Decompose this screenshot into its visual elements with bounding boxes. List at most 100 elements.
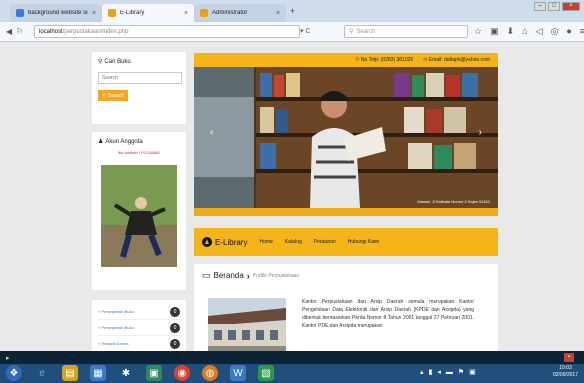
nav-home[interactable]: Home [259, 239, 272, 245]
clock-time: 10:03 [559, 365, 572, 371]
back-icon[interactable]: ◀ [6, 27, 12, 36]
menu-item-peminjaman-2[interactable]: » Peminjaman Buku 0 [98, 320, 180, 336]
tray-arrow-icon[interactable]: ▴ [420, 368, 424, 376]
phone-icon: ✆ [355, 57, 360, 63]
sync-icon[interactable]: ◎ [551, 26, 559, 37]
profile-paragraph: Kantor Perpustakaan dan Arsip Daerah sem… [302, 299, 474, 329]
flag-icon[interactable]: ⚑ [458, 368, 464, 376]
nav-peraturan[interactable]: Peraturan [314, 239, 336, 245]
nav-hubungi-kami[interactable]: Hubungi Kami [348, 239, 379, 245]
internet-explorer-icon[interactable]: e [34, 365, 50, 381]
menu-item-label: » Peminjaman Buku [98, 309, 134, 314]
browser-search-bar[interactable]: ⚲ Search [344, 25, 468, 38]
expand-arrow-icon[interactable]: ▸ [6, 354, 10, 362]
start-button-icon[interactable]: ❖ [6, 365, 22, 381]
chevron-right-icon: › [246, 270, 250, 281]
slider-next-icon[interactable]: › [479, 127, 482, 138]
browser-tab-bar: background website simpl... × E-Library … [0, 0, 584, 22]
slider-prev-icon[interactable]: ‹ [210, 127, 213, 138]
app-icon[interactable]: ▣ [146, 365, 162, 381]
search-button-label: Search [107, 92, 124, 99]
search-panel-title: Cari Buku [104, 58, 131, 65]
account-username: Ika Arishah / PG248881 [117, 150, 161, 155]
tab-background-website[interactable]: background website simpl... × [10, 4, 102, 22]
search-icon: ⚲ [102, 92, 106, 99]
volume-icon[interactable]: ◂ [437, 368, 441, 376]
tab-elibrary[interactable]: E-Library × [102, 4, 194, 22]
tab-favicon-icon [200, 9, 208, 17]
url-host: localhost [39, 28, 63, 35]
tab-close-icon[interactable]: × [184, 10, 188, 17]
tab-favicon-icon [108, 9, 116, 17]
count-badge: 0 [170, 322, 180, 333]
monitor-icon: ▭ [202, 270, 211, 280]
photo-app-icon[interactable]: ▧ [258, 365, 274, 381]
count-badge: 0 [170, 306, 180, 317]
page-title: Beranda [213, 271, 244, 280]
user-icon: ♟ [98, 139, 104, 145]
book-search-input[interactable] [98, 72, 182, 84]
brand-logo[interactable]: ♟ E-Library [202, 237, 247, 247]
system-tray: ▴ ▮ ◂ ▬ ⚑ ▣ [420, 368, 476, 377]
language-icon[interactable]: ▣ [469, 368, 476, 376]
browser-search-placeholder: Search [356, 28, 376, 35]
tab-close-icon[interactable]: × [276, 10, 280, 17]
menu-icon[interactable]: ≡ [580, 26, 584, 37]
close-window-icon[interactable]: × [562, 2, 580, 11]
bookmark-star-icon[interactable]: ☆ [474, 26, 482, 37]
reload-icon[interactable]: ▾ C [300, 27, 311, 35]
download-icon[interactable]: ⬇ [507, 26, 515, 37]
bluetooth-icon[interactable]: ✱ [118, 365, 134, 381]
count-badge: 0 [170, 338, 180, 349]
taskbar-status-strip: ▸ ▪ [0, 351, 584, 364]
main-content: ▭ Beranda › Profile Perpustakaan Kantor [194, 264, 498, 351]
member-menu: » Peminjaman Buku 0 » Peminjaman Buku 0 … [92, 300, 186, 351]
firefox-icon[interactable]: ◍ [202, 365, 218, 381]
address-bar[interactable]: localhost /perpustakaan/index.php [34, 25, 300, 38]
home-icon[interactable]: ⌂ [522, 26, 527, 37]
account-panel-title: Akun Anggota [105, 138, 143, 145]
main-nav: ♟ E-Library Home Katalog Peraturan Hubun… [194, 228, 498, 256]
alert-icon[interactable]: ▪ [564, 353, 574, 362]
search-button[interactable]: ⚲ Search [98, 90, 128, 101]
tab-close-icon[interactable]: × [92, 10, 96, 17]
chrome-icon[interactable]: ◉ [174, 365, 190, 381]
menu-item-peminjaman[interactable]: » Peminjaman Buku 0 [98, 304, 180, 320]
url-path: /perpustakaan/index.php [62, 28, 129, 35]
word-icon[interactable]: W [230, 365, 246, 381]
taskbar-apps: ❖ e ▤ ▦ ✱ ▣ ◉ ◍ W ▧ [6, 365, 274, 381]
reading-list-icon[interactable]: ▣ [490, 26, 499, 37]
media-app-icon[interactable]: ▦ [90, 365, 106, 381]
identity-icon[interactable]: ⚐ [16, 27, 23, 36]
new-tab-icon[interactable]: + [290, 6, 295, 16]
clock-date: 02/09/2017 [552, 372, 578, 378]
tab-label: background website simpl... [28, 10, 88, 16]
file-explorer-icon[interactable]: ▤ [62, 365, 78, 381]
hero-address: Alamat: Jl Kalibata Nomor 2 Kajen 51161 [417, 199, 490, 204]
menu-item-label: » Riwayat Denda [98, 341, 129, 346]
user-circle-icon: ♟ [202, 237, 212, 247]
page-subtitle: Profile Perpustakaan [252, 272, 300, 279]
minimize-icon[interactable]: – [534, 2, 546, 11]
phone-text: No.Telp: (0283) 381026 [360, 57, 414, 63]
email-text: Email: daftapk@yahoo.com [428, 57, 490, 63]
brand-name: E-Library [215, 237, 248, 247]
breadcrumb: ▭ Beranda › Profile Perpustakaan [202, 270, 490, 281]
web-page: ⚲ Cari Buku ⚲ Search ♟ Akun Anggota Ika … [0, 42, 584, 351]
tab-label: E-Library [120, 10, 145, 16]
maximize-icon[interactable]: □ [548, 2, 560, 11]
menu-item-denda[interactable]: » Riwayat Denda 0 [98, 336, 180, 351]
tab-administrator[interactable]: Administrator × [194, 4, 286, 22]
pocket-icon[interactable]: ◁ [536, 26, 543, 37]
network-icon[interactable]: ▮ [429, 368, 433, 376]
email-icon: ✉ [423, 57, 428, 63]
contact-header: ✆ No.Telp: (0283) 381026 ✉ Email: daftap… [194, 53, 498, 67]
tab-favicon-icon [16, 9, 24, 17]
taskbar-clock[interactable]: 10:03 02/09/2017 [553, 365, 578, 379]
building-photo [208, 298, 286, 351]
search-icon: ⚲ [349, 29, 354, 35]
addon-icon[interactable]: ● [566, 26, 571, 37]
battery-icon[interactable]: ▬ [446, 369, 453, 376]
nav-katalog[interactable]: Katalog [285, 239, 302, 245]
hero-slider: ‹ › Alamat: Jl Kalibata Nomor 2 Kajen 51… [194, 67, 498, 208]
